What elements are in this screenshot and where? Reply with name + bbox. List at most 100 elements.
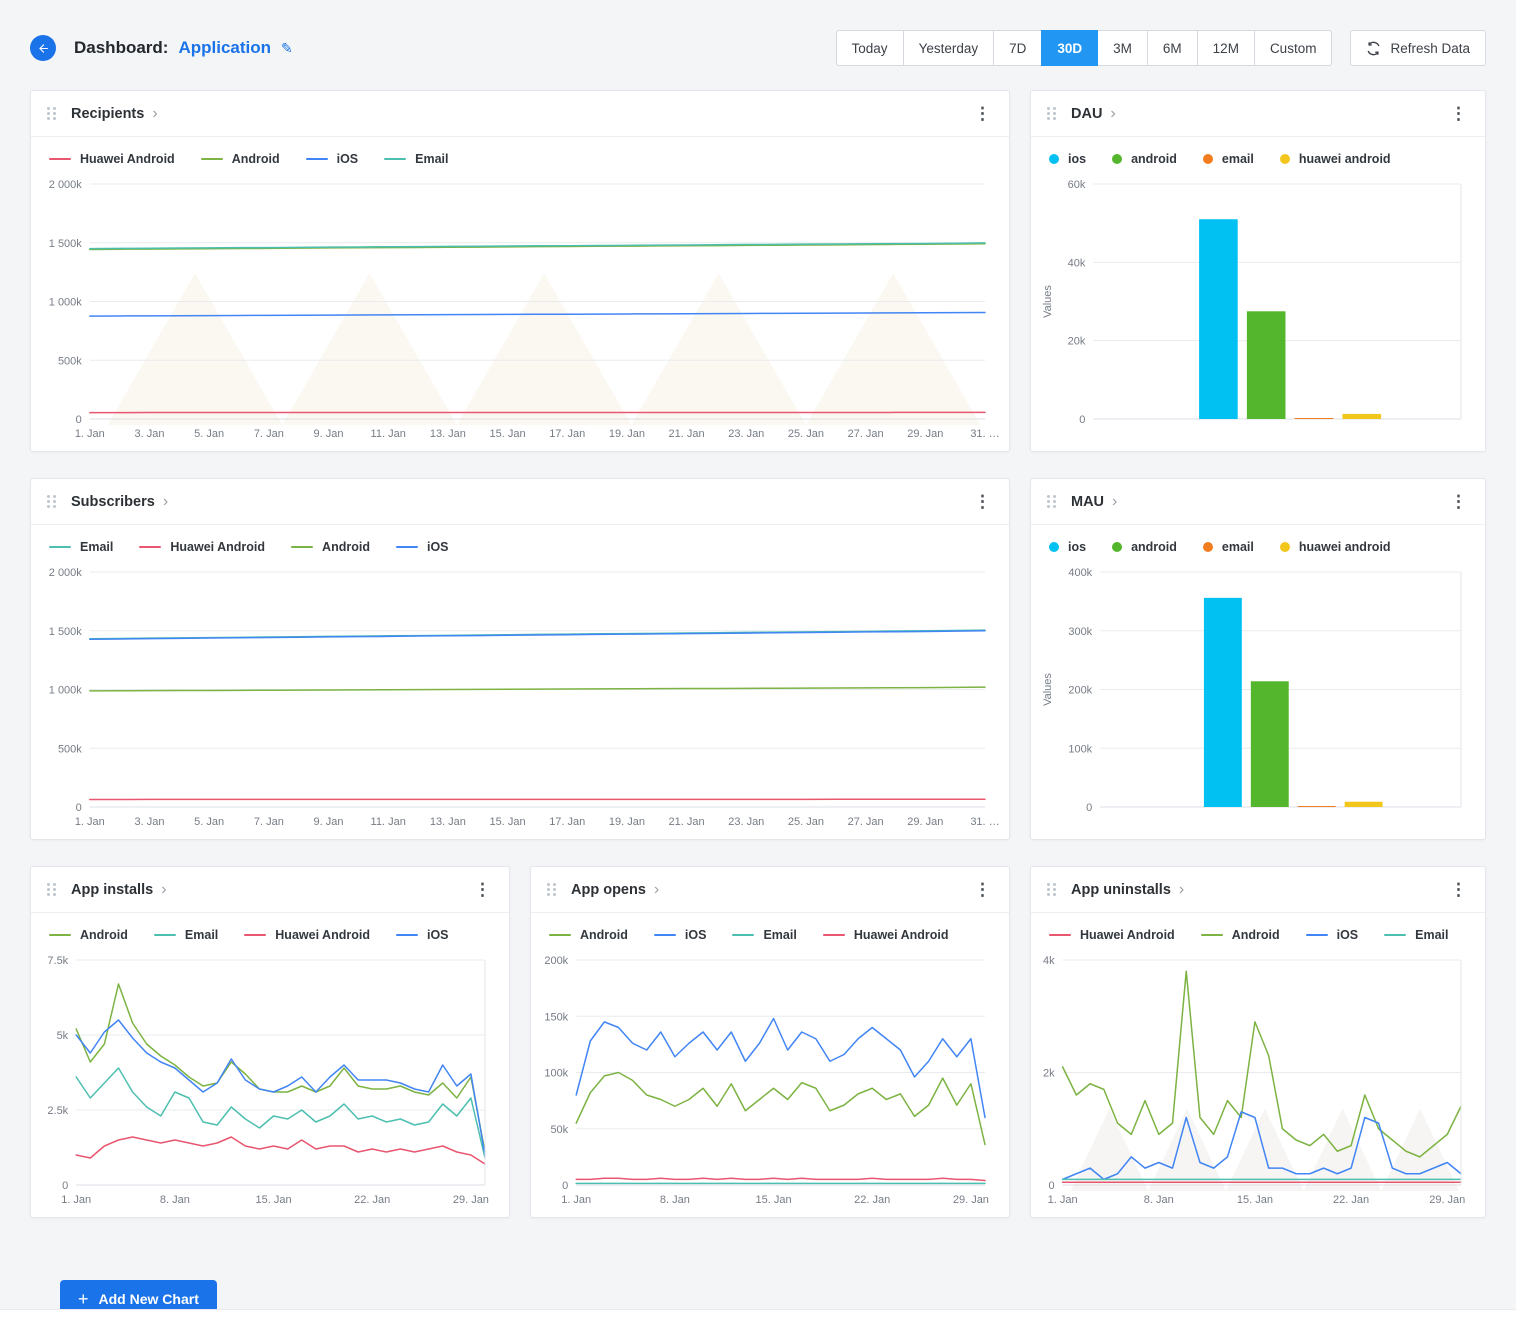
chevron-right-icon[interactable]: ›	[1112, 494, 1117, 510]
legend-label: Android	[232, 152, 280, 166]
legend-label: iOS	[337, 152, 359, 166]
kebab-menu-icon[interactable]: ⋮	[1446, 104, 1471, 124]
range-6m-button[interactable]: 6M	[1147, 30, 1198, 66]
chart-title[interactable]: MAU	[1071, 494, 1104, 510]
legend-item[interactable]: Android	[49, 928, 128, 942]
chevron-right-icon[interactable]: ›	[152, 106, 157, 122]
card-app-uninstalls: App uninstalls › ⋮ Huawei Android Android…	[1030, 866, 1486, 1218]
legend-item[interactable]: Email	[384, 152, 448, 166]
svg-text:3. Jan: 3. Jan	[134, 428, 164, 440]
drag-handle-icon[interactable]	[47, 883, 56, 896]
chart-title[interactable]: App installs	[71, 882, 153, 898]
legend-item[interactable]: Email	[49, 540, 113, 554]
chart-title[interactable]: DAU	[1071, 106, 1102, 122]
range-today-button[interactable]: Today	[836, 30, 904, 66]
svg-text:1 500k: 1 500k	[49, 626, 83, 638]
legend-item[interactable]: ios	[1049, 540, 1086, 554]
legend-item[interactable]: huawei android	[1280, 540, 1391, 554]
card-header: Subscribers › ⋮	[31, 479, 1009, 525]
legend-item[interactable]: iOS	[396, 928, 449, 942]
legend-item[interactable]: huawei android	[1280, 152, 1391, 166]
svg-text:2 000k: 2 000k	[49, 179, 83, 191]
legend-swatch	[823, 934, 845, 937]
kebab-menu-icon[interactable]: ⋮	[970, 492, 995, 512]
svg-text:13. Jan: 13. Jan	[430, 428, 466, 440]
svg-text:31. …: 31. …	[970, 428, 999, 440]
legend-item[interactable]: iOS	[306, 152, 359, 166]
refresh-data-button[interactable]: Refresh Data	[1350, 30, 1486, 66]
svg-text:1. Jan: 1. Jan	[1048, 1194, 1078, 1206]
kebab-menu-icon[interactable]: ⋮	[1446, 492, 1471, 512]
legend-item[interactable]: Android	[549, 928, 628, 942]
legend-item[interactable]: android	[1112, 152, 1177, 166]
app-installs-line-chart: 02.5k5k7.5k1. Jan8. Jan15. Jan22. Jan29.…	[37, 950, 499, 1211]
range-12m-button[interactable]: 12M	[1197, 30, 1255, 66]
back-button[interactable]	[30, 35, 56, 61]
range-30d-button[interactable]: 30D	[1041, 30, 1098, 66]
legend-label: email	[1222, 152, 1254, 166]
legend-swatch	[1203, 542, 1213, 552]
legend-item[interactable]: ios	[1049, 152, 1086, 166]
drag-handle-icon[interactable]	[1047, 883, 1056, 896]
chevron-right-icon[interactable]: ›	[654, 882, 659, 898]
legend-item[interactable]: iOS	[396, 540, 449, 554]
chevron-right-icon[interactable]: ›	[161, 882, 166, 898]
legend-item[interactable]: Android	[1201, 928, 1280, 942]
edit-pencil-icon[interactable]: ✎	[281, 40, 293, 57]
legend-swatch	[654, 934, 676, 937]
svg-text:1. Jan: 1. Jan	[75, 428, 105, 440]
legend-item[interactable]: Email	[154, 928, 218, 942]
range-custom-button[interactable]: Custom	[1254, 30, 1333, 66]
legend-swatch	[1049, 934, 1071, 937]
legend-item[interactable]: Huawei Android	[49, 152, 175, 166]
drag-handle-icon[interactable]	[547, 883, 556, 896]
range-3m-button[interactable]: 3M	[1097, 30, 1148, 66]
svg-text:5. Jan: 5. Jan	[194, 428, 224, 440]
range-yesterday-button[interactable]: Yesterday	[903, 30, 995, 66]
drag-handle-icon[interactable]	[47, 107, 56, 120]
kebab-menu-icon[interactable]: ⋮	[970, 104, 995, 124]
legend-item[interactable]: Huawei Android	[823, 928, 949, 942]
chevron-right-icon[interactable]: ›	[1179, 882, 1184, 898]
legend-label: iOS	[1337, 928, 1359, 942]
card-header: App installs › ⋮	[31, 867, 509, 913]
legend-item[interactable]: email	[1203, 152, 1254, 166]
svg-text:7. Jan: 7. Jan	[254, 816, 284, 828]
chevron-right-icon[interactable]: ›	[163, 494, 168, 510]
legend-item[interactable]: Huawei Android	[1049, 928, 1175, 942]
drag-handle-icon[interactable]	[1047, 495, 1056, 508]
kebab-menu-icon[interactable]: ⋮	[1446, 880, 1471, 900]
chart-title[interactable]: App uninstalls	[1071, 882, 1171, 898]
legend-swatch	[139, 546, 161, 549]
legend-item[interactable]: android	[1112, 540, 1177, 554]
chart-legend: Huawei Android Android iOS Email	[31, 137, 1009, 172]
kebab-menu-icon[interactable]: ⋮	[470, 880, 495, 900]
legend-label: Huawei Android	[275, 928, 370, 942]
legend-item[interactable]: iOS	[1306, 928, 1359, 942]
svg-text:15. Jan: 15. Jan	[1237, 1194, 1273, 1206]
legend-item[interactable]: Email	[1384, 928, 1448, 942]
chevron-right-icon[interactable]: ›	[1110, 106, 1115, 122]
range-7d-button[interactable]: 7D	[993, 30, 1042, 66]
legend-item[interactable]: iOS	[654, 928, 707, 942]
svg-text:150k: 150k	[544, 1011, 568, 1023]
legend-item[interactable]: Huawei Android	[244, 928, 370, 942]
kebab-menu-icon[interactable]: ⋮	[970, 880, 995, 900]
legend-label: Huawei Android	[1080, 928, 1175, 942]
drag-handle-icon[interactable]	[47, 495, 56, 508]
legend-item[interactable]: Android	[291, 540, 370, 554]
legend-item[interactable]: Huawei Android	[139, 540, 265, 554]
dashboard-name-link[interactable]: Application	[178, 38, 271, 58]
legend-item[interactable]: Email	[732, 928, 796, 942]
svg-text:60k: 60k	[1068, 179, 1086, 191]
drag-handle-icon[interactable]	[1047, 107, 1056, 120]
legend-item[interactable]: Android	[201, 152, 280, 166]
legend-swatch	[1384, 934, 1406, 937]
chart-title[interactable]: Subscribers	[71, 494, 155, 510]
card-subscribers: Subscribers › ⋮ Email Huawei Android Andro…	[30, 478, 1010, 840]
chart-title[interactable]: App opens	[571, 882, 646, 898]
legend-label: Android	[580, 928, 628, 942]
legend-item[interactable]: email	[1203, 540, 1254, 554]
legend-label: ios	[1068, 152, 1086, 166]
chart-title[interactable]: Recipients	[71, 106, 144, 122]
